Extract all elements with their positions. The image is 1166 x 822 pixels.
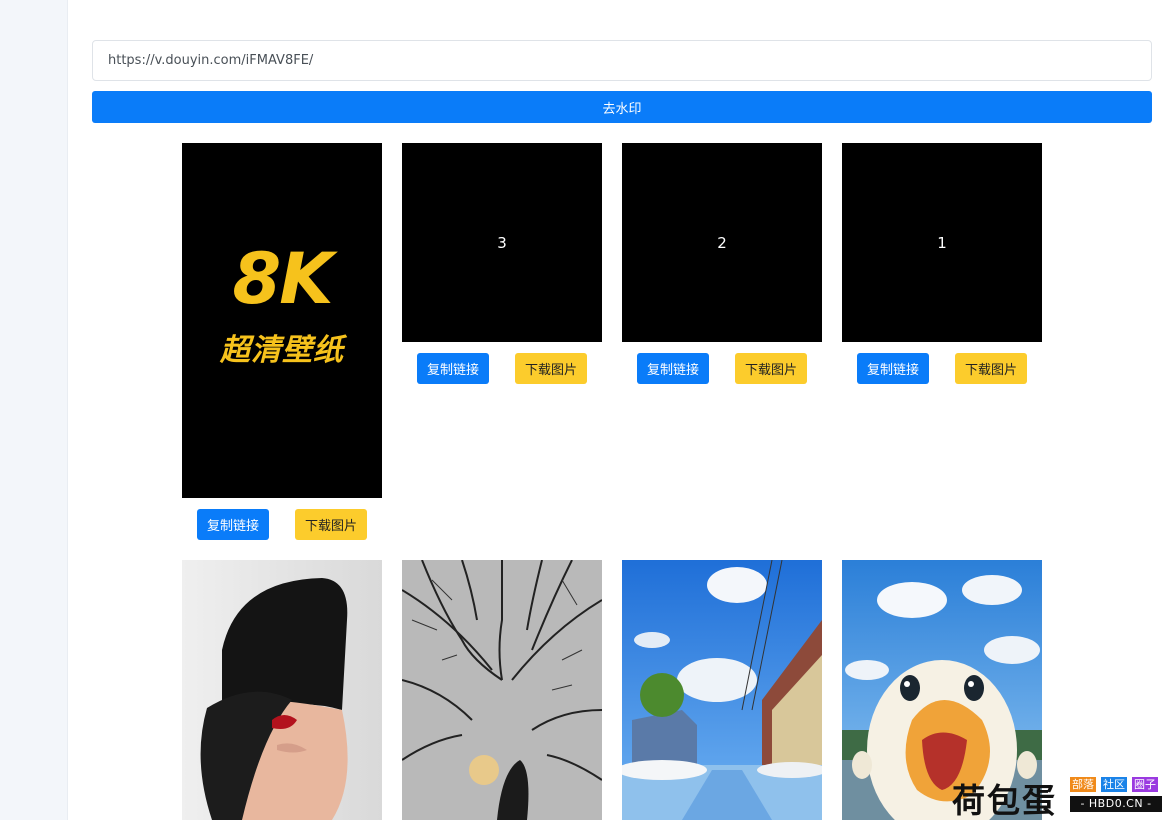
cover-image: 8K 超清壁纸 — [182, 143, 382, 498]
photo-woman-with-cap — [182, 560, 382, 820]
site-watermark-logo: 荷包蛋 部落 社区 圈子 - HBD0.CN - — [948, 772, 1166, 820]
image-number: 1 — [937, 233, 947, 252]
copy-link-button[interactable]: 复制链接 — [417, 353, 489, 384]
image-number: 3 — [497, 233, 507, 252]
copy-link-button[interactable]: 复制链接 — [197, 509, 269, 540]
download-image-button[interactable]: 下载图片 — [735, 353, 807, 384]
image-thumb: 3 — [402, 143, 602, 342]
watermark-tag: 圈子 — [1132, 777, 1158, 792]
photo-bare-trees-with-moon — [402, 560, 602, 820]
watermark-main: 荷包蛋 — [952, 781, 1057, 820]
image-thumb: 1 — [842, 143, 1042, 342]
copy-link-button[interactable]: 复制链接 — [637, 353, 709, 384]
copy-link-button[interactable]: 复制链接 — [857, 353, 929, 384]
watermark-tag: 社区 — [1101, 777, 1127, 792]
download-image-button[interactable]: 下载图片 — [515, 353, 587, 384]
remove-watermark-button[interactable]: 去水印 — [92, 91, 1152, 123]
sidebar — [0, 0, 68, 820]
url-input[interactable] — [92, 40, 1152, 81]
cover-subtitle: 超清壁纸 — [220, 333, 344, 368]
watermark-domain: - HBD0.CN - — [1070, 796, 1162, 812]
cover-title: 8K — [232, 238, 334, 320]
download-image-button[interactable]: 下载图片 — [955, 353, 1027, 384]
photo-sunny-street-puddle — [622, 560, 822, 820]
watermark-tag: 部落 — [1070, 777, 1096, 792]
image-thumb: 2 — [622, 143, 822, 342]
image-number: 2 — [717, 233, 727, 252]
download-image-button[interactable]: 下载图片 — [295, 509, 367, 540]
